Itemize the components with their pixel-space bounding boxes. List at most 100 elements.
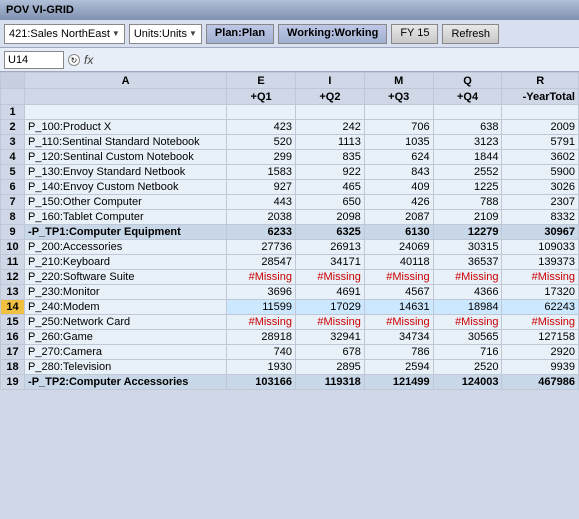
data-cell-3-E[interactable]: 520	[227, 135, 296, 150]
data-cell-19-R[interactable]: 467986	[502, 375, 579, 390]
label-cell-row-4[interactable]: P_120:Sentinal Custom Notebook	[25, 150, 227, 165]
data-cell-7-R[interactable]: 2307	[502, 195, 579, 210]
data-cell-19-Q[interactable]: 124003	[433, 375, 502, 390]
data-cell-12-I[interactable]: #Missing	[295, 270, 364, 285]
label-cell-row-18[interactable]: P_280:Television	[25, 360, 227, 375]
data-cell-4-R[interactable]: 3602	[502, 150, 579, 165]
data-cell-14-E[interactable]: 11599	[227, 300, 296, 315]
data-cell-9-Q[interactable]: 12279	[433, 225, 502, 240]
label-cell-row-16[interactable]: P_260:Game	[25, 330, 227, 345]
label-cell-row-9[interactable]: -P_TP1:Computer Equipment	[25, 225, 227, 240]
dim2-dropdown[interactable]: Units:Units ▼	[129, 24, 202, 44]
label-cell-row-11[interactable]: P_210:Keyboard	[25, 255, 227, 270]
data-cell-9-R[interactable]: 30967	[502, 225, 579, 240]
data-cell-16-Q[interactable]: 30565	[433, 330, 502, 345]
col-header-E[interactable]: E	[227, 73, 296, 89]
data-cell-10-Q[interactable]: 30315	[433, 240, 502, 255]
label-cell-row-6[interactable]: P_140:Envoy Custom Netbook	[25, 180, 227, 195]
label-cell-row-14[interactable]: P_240:Modem	[25, 300, 227, 315]
data-cell-5-I[interactable]: 922	[295, 165, 364, 180]
data-cell-3-M[interactable]: 1035	[364, 135, 433, 150]
data-cell-4-E[interactable]: 299	[227, 150, 296, 165]
data-cell-11-E[interactable]: 28547	[227, 255, 296, 270]
data-cell-17-Q[interactable]: 716	[433, 345, 502, 360]
data-cell-7-E[interactable]: 443	[227, 195, 296, 210]
data-cell-9-M[interactable]: 6130	[364, 225, 433, 240]
data-cell-3-Q[interactable]: 3123	[433, 135, 502, 150]
data-cell-12-R[interactable]: #Missing	[502, 270, 579, 285]
label-cell-row-13[interactable]: P_230:Monitor	[25, 285, 227, 300]
label-cell-row-15[interactable]: P_250:Network Card	[25, 315, 227, 330]
data-cell-5-M[interactable]: 843	[364, 165, 433, 180]
data-cell-2-I[interactable]: 242	[295, 120, 364, 135]
data-cell-1-R[interactable]	[502, 105, 579, 120]
data-cell-7-M[interactable]: 426	[364, 195, 433, 210]
data-cell-15-Q[interactable]: #Missing	[433, 315, 502, 330]
cell-ref-input[interactable]	[4, 51, 64, 69]
data-cell-14-M[interactable]: 14631	[364, 300, 433, 315]
data-cell-3-R[interactable]: 5791	[502, 135, 579, 150]
data-cell-16-E[interactable]: 28918	[227, 330, 296, 345]
data-cell-8-I[interactable]: 2098	[295, 210, 364, 225]
label-cell-row-10[interactable]: P_200:Accessories	[25, 240, 227, 255]
data-cell-6-E[interactable]: 927	[227, 180, 296, 195]
data-cell-6-M[interactable]: 409	[364, 180, 433, 195]
data-cell-12-M[interactable]: #Missing	[364, 270, 433, 285]
data-cell-18-E[interactable]: 1930	[227, 360, 296, 375]
data-cell-16-M[interactable]: 34734	[364, 330, 433, 345]
col-header-R[interactable]: R	[502, 73, 579, 89]
data-cell-7-Q[interactable]: 788	[433, 195, 502, 210]
label-cell-row-2[interactable]: P_100:Product X	[25, 120, 227, 135]
data-cell-2-M[interactable]: 706	[364, 120, 433, 135]
data-cell-17-M[interactable]: 786	[364, 345, 433, 360]
data-cell-7-I[interactable]: 650	[295, 195, 364, 210]
data-cell-10-M[interactable]: 24069	[364, 240, 433, 255]
label-cell-row-17[interactable]: P_270:Camera	[25, 345, 227, 360]
data-cell-11-M[interactable]: 40118	[364, 255, 433, 270]
label-cell-row-3[interactable]: P_110:Sentinal Standard Notebook	[25, 135, 227, 150]
data-cell-5-E[interactable]: 1583	[227, 165, 296, 180]
data-cell-17-E[interactable]: 740	[227, 345, 296, 360]
data-cell-2-Q[interactable]: 638	[433, 120, 502, 135]
data-cell-18-I[interactable]: 2895	[295, 360, 364, 375]
data-cell-6-I[interactable]: 465	[295, 180, 364, 195]
dim5-button[interactable]: FY 15	[391, 24, 438, 44]
data-cell-11-I[interactable]: 34171	[295, 255, 364, 270]
data-cell-18-R[interactable]: 9939	[502, 360, 579, 375]
data-cell-6-R[interactable]: 3026	[502, 180, 579, 195]
data-cell-15-M[interactable]: #Missing	[364, 315, 433, 330]
data-cell-19-I[interactable]: 119318	[295, 375, 364, 390]
data-cell-1-M[interactable]	[364, 105, 433, 120]
data-cell-14-Q[interactable]: 18984	[433, 300, 502, 315]
label-cell-row-19[interactable]: -P_TP2:Computer Accessories	[25, 375, 227, 390]
data-cell-11-R[interactable]: 139373	[502, 255, 579, 270]
data-cell-14-I[interactable]: 17029	[295, 300, 364, 315]
data-cell-9-E[interactable]: 6233	[227, 225, 296, 240]
data-cell-18-Q[interactable]: 2520	[433, 360, 502, 375]
data-cell-4-I[interactable]: 835	[295, 150, 364, 165]
data-cell-9-I[interactable]: 6325	[295, 225, 364, 240]
data-cell-4-M[interactable]: 624	[364, 150, 433, 165]
data-cell-1-I[interactable]	[295, 105, 364, 120]
data-cell-10-E[interactable]: 27736	[227, 240, 296, 255]
col-header-I[interactable]: I	[295, 73, 364, 89]
data-cell-19-E[interactable]: 103166	[227, 375, 296, 390]
data-cell-12-E[interactable]: #Missing	[227, 270, 296, 285]
data-cell-6-Q[interactable]: 1225	[433, 180, 502, 195]
data-cell-16-I[interactable]: 32941	[295, 330, 364, 345]
data-cell-10-I[interactable]: 26913	[295, 240, 364, 255]
data-cell-5-Q[interactable]: 2552	[433, 165, 502, 180]
data-cell-11-Q[interactable]: 36537	[433, 255, 502, 270]
col-header-Q[interactable]: Q	[433, 73, 502, 89]
data-cell-17-R[interactable]: 2920	[502, 345, 579, 360]
label-cell-row-12[interactable]: P_220:Software Suite	[25, 270, 227, 285]
refresh-button[interactable]: Refresh	[442, 24, 499, 44]
label-cell-row-8[interactable]: P_160:Tablet Computer	[25, 210, 227, 225]
data-cell-3-I[interactable]: 1113	[295, 135, 364, 150]
data-cell-13-R[interactable]: 17320	[502, 285, 579, 300]
data-cell-2-E[interactable]: 423	[227, 120, 296, 135]
data-cell-16-R[interactable]: 127158	[502, 330, 579, 345]
dim4-button[interactable]: Working:Working	[278, 24, 387, 44]
data-cell-13-E[interactable]: 3696	[227, 285, 296, 300]
dim1-dropdown[interactable]: 421:Sales NorthEast ▼	[4, 24, 125, 44]
